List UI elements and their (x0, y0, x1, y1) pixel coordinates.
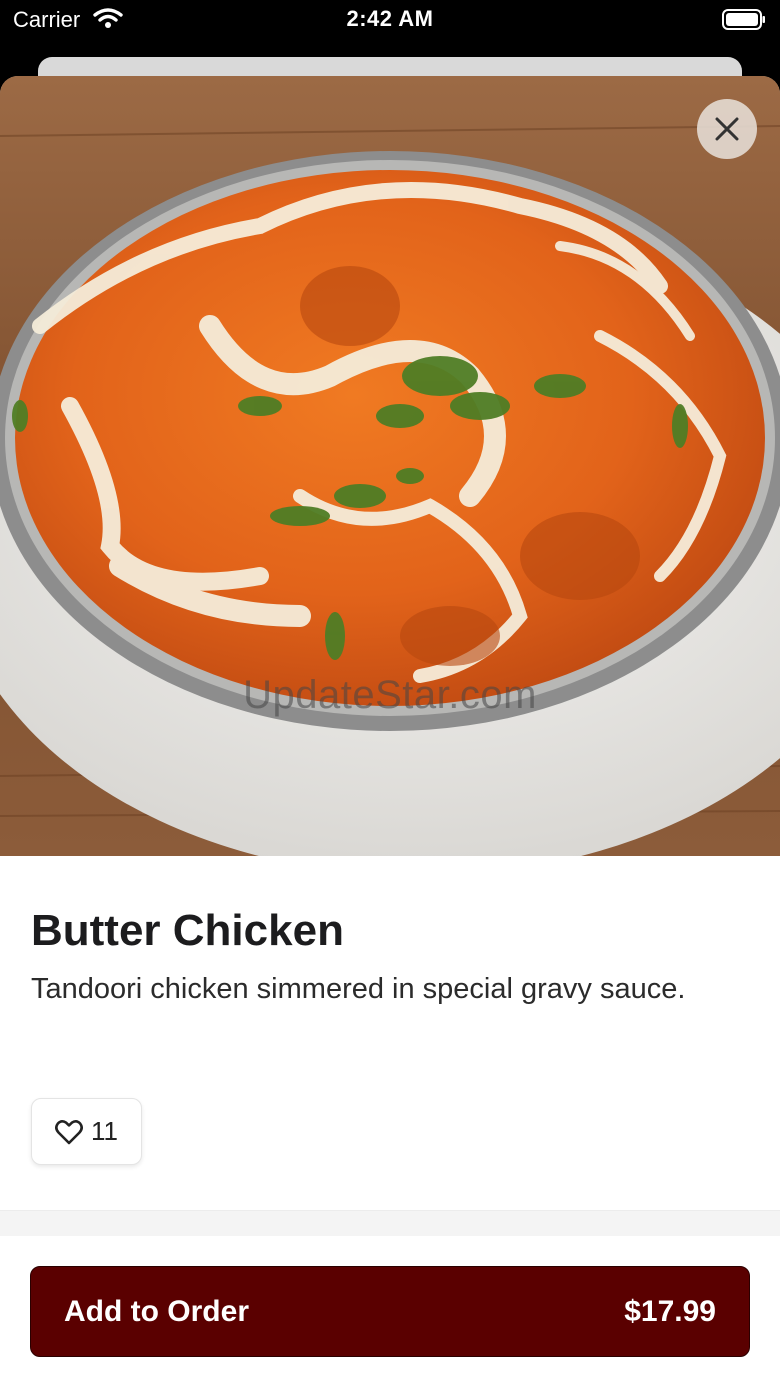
add-to-order-label: Add to Order (64, 1295, 249, 1328)
watermark: UpdateStar.com (243, 673, 537, 717)
section-divider (0, 1210, 780, 1236)
item-description: Tandoori chicken simmered in special gra… (31, 973, 686, 1005)
battery-icon (722, 9, 765, 30)
status-bar: Carrier 2:42 AM (0, 0, 780, 40)
item-detail-sheet: UpdateStar.com Butter Chicken Tandoori c… (0, 76, 780, 1387)
heart-icon (55, 1119, 83, 1144)
item-photo: UpdateStar.com (0, 76, 780, 856)
close-button[interactable] (697, 99, 757, 159)
butter-chicken-photo (0, 76, 780, 856)
item-price: $17.99 (624, 1295, 716, 1328)
clock: 2:42 AM (346, 6, 434, 31)
item-name: Butter Chicken (31, 906, 344, 955)
close-icon (715, 117, 739, 141)
screen: Carrier 2:42 AM UpdateStar.com Butter Ch… (0, 0, 780, 1387)
like-count: 11 (91, 1116, 118, 1146)
like-button[interactable]: 11 (31, 1098, 142, 1165)
add-to-order-button[interactable]: Add to Order $17.99 (30, 1266, 750, 1357)
